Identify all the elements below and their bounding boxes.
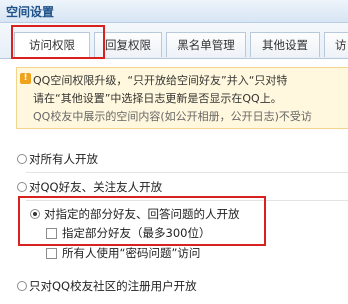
checkbox-specified-friends[interactable]	[46, 228, 57, 239]
tab-access-permission[interactable]: 访问权限	[14, 32, 90, 59]
radio-alumni-community[interactable]	[17, 281, 27, 291]
option-separator	[26, 172, 348, 173]
radio-qq-friends[interactable]	[17, 182, 27, 192]
suboption-password-question-label: 所有人使用“密码问题”访问	[62, 246, 201, 260]
notice-line-3: QQ校友中展示的空间内容(如公开相册，公开日志)不受访	[33, 110, 312, 123]
warning-icon: !	[20, 73, 31, 84]
radio-everyone[interactable]	[17, 154, 27, 164]
tab-visitor[interactable]: 访	[324, 32, 348, 57]
tab-blacklist[interactable]: 黑名单管理	[166, 32, 246, 57]
option-everyone-label: 对所有人开放	[29, 152, 98, 166]
notice-line-2: 请在“其他设置”中选择日志更新是否显示在QQ上。	[33, 92, 282, 105]
suboption-specified-friends-label: 指定部分好友（最多300位）	[62, 226, 211, 240]
tab-divider	[0, 58, 348, 59]
notice-box: ! QQ空间权限升级，“只开放给空间好友”并入“只对特 请在“其他设置”中选择日…	[16, 67, 348, 129]
checkbox-password-question[interactable]	[46, 248, 57, 259]
radio-specified-friends[interactable]	[30, 209, 40, 219]
page-title: 空间设置	[6, 5, 55, 19]
notice-line-1: QQ空间权限升级，“只开放给空间好友”并入“只对特	[33, 74, 288, 87]
option-qq-friends-label: 对QQ好友、关注友人开放	[29, 180, 163, 194]
tab-reply-permission[interactable]: 回复权限	[94, 32, 162, 57]
title-bar: 空间设置	[0, 0, 348, 23]
option-specified-friends-label: 对指定的部分好友、回答问题的人开放	[44, 207, 240, 221]
tab-bar: 访问权限 回复权限 黑名单管理 其他设置 访	[0, 23, 348, 59]
option-alumni-community-label: 只对QQ校友社区的注册用户开放	[29, 279, 197, 293]
tab-other-settings[interactable]: 其他设置	[250, 32, 320, 57]
option-separator	[26, 200, 348, 201]
